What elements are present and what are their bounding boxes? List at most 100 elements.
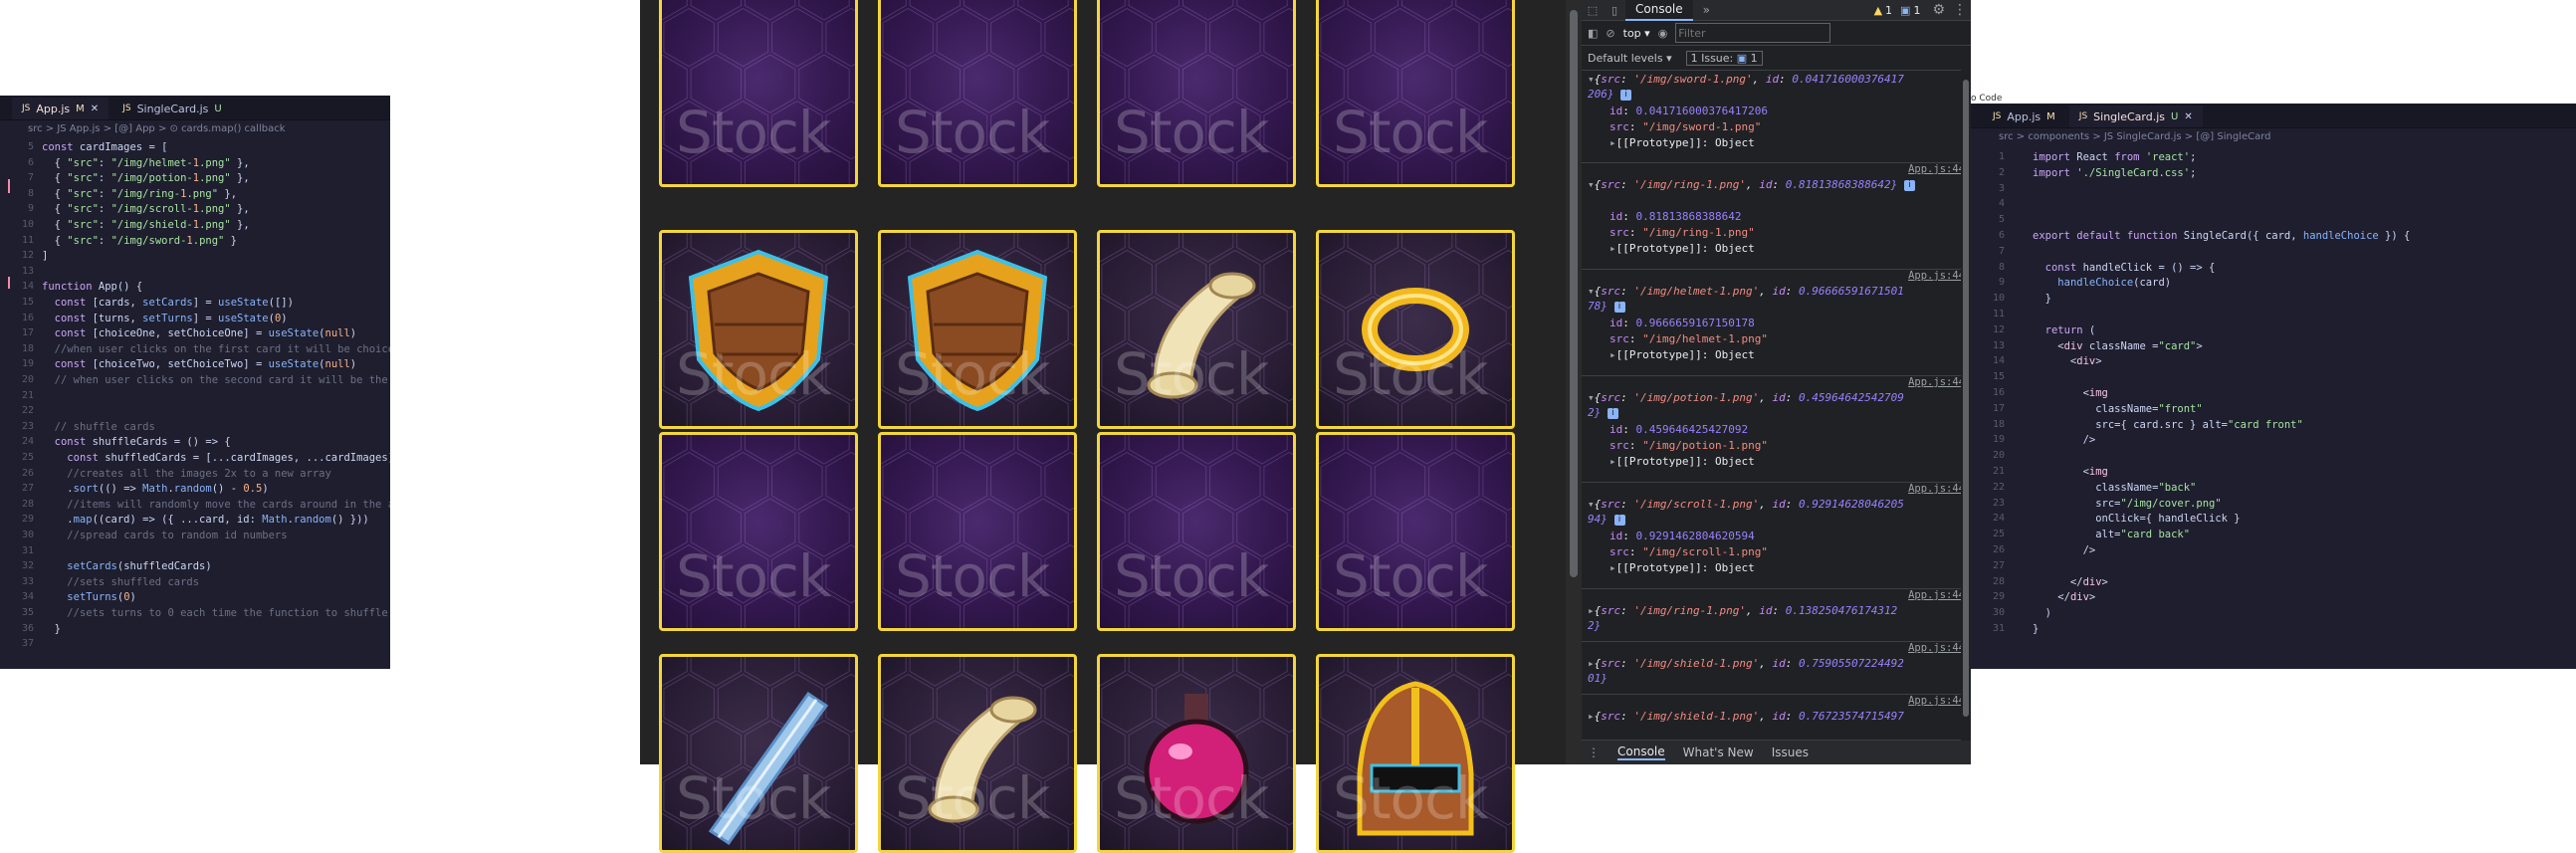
code-line[interactable]: alt="card back" bbox=[2033, 529, 2190, 540]
code-line[interactable]: import React from 'react'; bbox=[2033, 151, 2196, 163]
code-line[interactable]: ] bbox=[42, 250, 48, 262]
tab-app-js[interactable]: JS App.js M ✕ bbox=[12, 98, 109, 119]
console-log-entry[interactable]: App.js:44 ▾{src: '/img/scroll-1.png', id:… bbox=[1582, 482, 1971, 589]
code-line[interactable]: } bbox=[2033, 623, 2039, 635]
expanded-arrow-icon[interactable]: ▾ bbox=[1588, 391, 1595, 404]
code-line[interactable]: } bbox=[42, 623, 61, 635]
collapsed-arrow-icon[interactable]: ▸ bbox=[1588, 657, 1595, 670]
device-icon[interactable]: ▯ bbox=[1604, 4, 1625, 17]
code-line[interactable]: </div> bbox=[2033, 591, 2095, 603]
code-line[interactable]: // shuffle cards bbox=[42, 421, 155, 433]
sidebar-toggle-icon[interactable]: ◧ bbox=[1588, 27, 1598, 40]
info-icon[interactable]: i bbox=[1613, 301, 1625, 313]
code-line[interactable]: <div> bbox=[2033, 355, 2102, 367]
inspect-icon[interactable]: ⬚ bbox=[1582, 4, 1604, 17]
log-source-link[interactable]: App.js:44 bbox=[1908, 376, 1965, 388]
code-line[interactable]: // when user clicks on the second card i… bbox=[42, 374, 390, 386]
tab-console[interactable]: Console bbox=[1625, 0, 1693, 21]
collapsed-arrow-icon[interactable]: ▸ bbox=[1588, 710, 1595, 723]
code-line[interactable]: return ( bbox=[2033, 324, 2096, 336]
drawer-tab-whats-new[interactable]: What's New bbox=[1683, 746, 1754, 759]
code-line[interactable]: const [choiceTwo, setChoiceTwo] = useSta… bbox=[42, 358, 356, 370]
code-line[interactable]: .sort(() => Math.random() - 0.5) bbox=[42, 483, 268, 495]
code-line[interactable]: //when user clicks on the first card it … bbox=[42, 343, 390, 355]
code-line[interactable]: function App() { bbox=[42, 281, 142, 293]
devtools-scrollbar[interactable] bbox=[1961, 70, 1971, 741]
code-line[interactable]: //sets shuffled cards bbox=[42, 576, 199, 588]
code-line[interactable]: const shuffleCards = () => { bbox=[42, 436, 231, 448]
code-line[interactable]: <img bbox=[2033, 387, 2108, 399]
card-back[interactable]: Stock bbox=[1316, 0, 1515, 187]
code-line[interactable]: //items will randomly move the cards aro… bbox=[42, 499, 390, 511]
tab-singlecard-js[interactable]: JS SingleCard.js U bbox=[112, 98, 232, 119]
eye-icon[interactable]: ◉ bbox=[1658, 27, 1668, 40]
card-back[interactable]: Stock bbox=[1097, 0, 1296, 187]
breadcrumb[interactable]: src > components > JS SingleCard.js > [@… bbox=[1971, 128, 2576, 146]
code-line[interactable]: { "src": "/img/potion-1.png" }, bbox=[42, 172, 250, 184]
code-line[interactable]: { "src": "/img/shield-1.png" }, bbox=[42, 219, 250, 231]
code-line[interactable]: const shuffledCards = [...cardImages, ..… bbox=[42, 452, 390, 464]
log-source-link[interactable]: App.js:44 bbox=[1908, 589, 1965, 601]
code-line[interactable]: ) bbox=[2033, 607, 2051, 619]
card-back[interactable]: Stock bbox=[659, 0, 858, 187]
code-line[interactable]: const [choiceOne, setChoiceOne] = useSta… bbox=[42, 327, 356, 339]
card-back[interactable]: Stock bbox=[878, 432, 1077, 631]
collapsed-arrow-icon[interactable]: ▸ bbox=[1588, 604, 1595, 617]
code-line[interactable]: { "src": "/img/ring-1.png" }, bbox=[42, 188, 237, 200]
console-log-entry[interactable]: ▾{src: '/img/sword-1.png', id: 0.0417160… bbox=[1582, 70, 1971, 163]
code-line[interactable]: /> bbox=[2033, 434, 2096, 446]
card-ring[interactable]: Stock bbox=[1316, 230, 1515, 429]
log-source-link[interactable]: App.js:44 bbox=[1908, 642, 1965, 654]
filter-input[interactable] bbox=[1675, 23, 1831, 43]
code-line[interactable]: className="front" bbox=[2033, 403, 2203, 415]
expanded-arrow-icon[interactable]: ▾ bbox=[1588, 73, 1595, 86]
expanded-arrow-icon[interactable]: ▾ bbox=[1588, 498, 1595, 511]
code-line[interactable]: <div className ="card"> bbox=[2033, 340, 2202, 352]
card-shield[interactable]: Stock bbox=[878, 230, 1077, 429]
code-line[interactable]: //spread cards to random id numbers bbox=[42, 530, 287, 541]
code-line[interactable]: { "src": "/img/helmet-1.png" }, bbox=[42, 157, 250, 169]
code-line[interactable]: const handleClick = () => { bbox=[2033, 262, 2216, 274]
code-line[interactable]: export default function SingleCard({ car… bbox=[2033, 230, 2410, 242]
card-back[interactable]: Stock bbox=[878, 0, 1077, 187]
code-line[interactable]: </div> bbox=[2033, 576, 2108, 588]
code-line[interactable]: const cardImages = [ bbox=[42, 141, 167, 153]
close-icon[interactable]: ✕ bbox=[91, 104, 99, 114]
code-line[interactable]: //creates all the images 2x to a new arr… bbox=[42, 468, 331, 480]
tab-app-js[interactable]: JS App.js M bbox=[1983, 106, 2065, 127]
code-line[interactable]: setTurns(0) bbox=[42, 591, 136, 603]
more-tabs-button[interactable]: » bbox=[1693, 0, 1720, 20]
expanded-arrow-icon[interactable]: ▾ bbox=[1588, 285, 1595, 298]
info-icon[interactable]: i bbox=[1613, 514, 1625, 526]
console-log-entry[interactable]: App.js:44 ▾{src: '/img/helmet-1.png', id:… bbox=[1582, 269, 1971, 376]
page-scrollbar[interactable] bbox=[1566, 0, 1582, 764]
code-line[interactable]: onClick={ handleClick } bbox=[2033, 513, 2240, 525]
context-select[interactable]: top ▾ bbox=[1623, 27, 1650, 40]
info-icon[interactable]: i bbox=[1903, 179, 1915, 191]
console-log-entry[interactable]: App.js:44 ▾{src: '/img/potion-1.png', id:… bbox=[1582, 375, 1971, 483]
card-potion[interactable]: Stock bbox=[1097, 654, 1296, 853]
info-icon[interactable]: i bbox=[1607, 407, 1618, 419]
card-scroll[interactable]: Stock bbox=[878, 654, 1077, 853]
code-line[interactable]: src="/img/cover.png" bbox=[2033, 498, 2221, 510]
messages-icon[interactable]: ▣ bbox=[1900, 4, 1910, 17]
breadcrumb[interactable]: src > JS App.js > [@] App > ⊙ cards.map(… bbox=[0, 120, 390, 138]
code-line[interactable]: setCards(shuffledCards) bbox=[42, 560, 211, 572]
info-icon[interactable]: i bbox=[1620, 89, 1632, 101]
code-area[interactable]: 1 import React from 'react'; 2 import './Si… bbox=[1971, 151, 2576, 669]
log-source-link[interactable]: App.js:44 bbox=[1908, 163, 1965, 175]
clear-console-icon[interactable]: ⊘ bbox=[1606, 27, 1614, 40]
log-source-link[interactable]: App.js:44 bbox=[1908, 695, 1965, 707]
tab-singlecard-js[interactable]: JS SingleCard.js U ✕ bbox=[2068, 106, 2203, 127]
drawer-menu-icon[interactable]: ⋮ bbox=[1588, 746, 1600, 759]
card-helmet[interactable]: Stock bbox=[1316, 654, 1515, 853]
console-log-entry[interactable]: App.js:44 ▸{src: '/img/ring-1.png', id: 0… bbox=[1582, 588, 1971, 642]
gear-icon[interactable]: ⚙ bbox=[1932, 2, 1945, 18]
code-line[interactable]: const [turns, setTurns] = useState(0) bbox=[42, 313, 288, 324]
code-line[interactable]: <img bbox=[2033, 466, 2108, 478]
warning-icon[interactable]: ▲ bbox=[1874, 4, 1882, 17]
log-source-link[interactable]: App.js:44 bbox=[1908, 483, 1965, 495]
code-line[interactable]: import './SingleCard.css'; bbox=[2033, 167, 2196, 179]
card-scroll[interactable]: Stock bbox=[1097, 230, 1296, 429]
code-line[interactable]: .map((card) => ({ ...card, id: Math.rand… bbox=[42, 514, 368, 526]
